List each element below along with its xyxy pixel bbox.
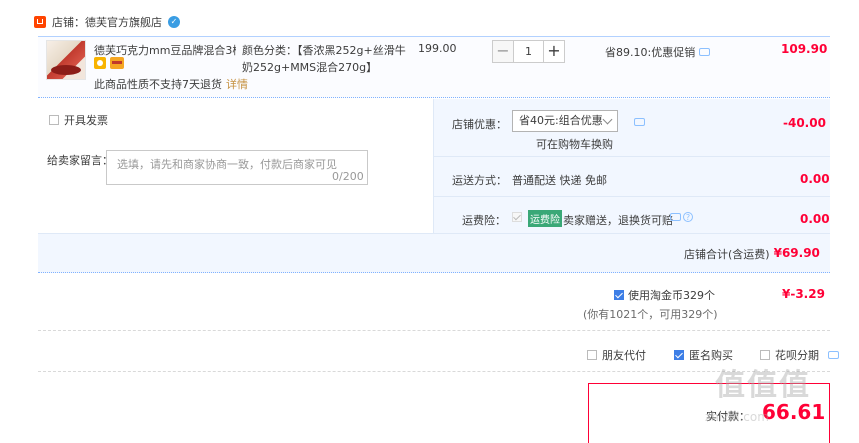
insurance-label: 运费险： [462,214,506,227]
message-label: 给卖家留言： [47,154,113,167]
shop-coupon-label: 店铺优惠： [452,118,507,131]
unit-price: 199.00 [418,42,457,55]
shop-header: 店铺：德芙官方旗舰店 ✓ [34,12,180,32]
chat-icon[interactable] [634,118,645,126]
shop-total-value: ¥69.90 [773,246,820,260]
service-guarantee-icon [94,57,106,69]
message-char-count: 0/200 [332,170,364,183]
chevron-down-icon [602,114,613,125]
coupon-note: 可在购物车换购 [536,138,613,151]
item-subtotal: 109.90 [781,42,828,56]
invoice-checkbox[interactable] [49,115,59,125]
coupon-amount: -40.00 [783,116,826,130]
shipping-method: 普通配送 快递 免邮 [512,174,607,187]
insurance-text: 卖家赠送，退换货可赔 [563,214,673,227]
divider [38,330,830,331]
row-divider [434,156,830,157]
message-placeholder: 选填，请先和商家协商一致，付款后商家可见 [117,158,337,171]
invoice-option[interactable]: 开具发票 [49,112,108,128]
insurance-icons: ? [666,212,693,222]
friend-pay-checkbox[interactable] [587,350,597,360]
chat-icon[interactable] [828,351,839,359]
wangwang-icon[interactable]: ✓ [168,16,180,28]
promo-info: 省89.10:优惠促销 [605,44,711,60]
shop-total: 店铺合计(含运费) ¥69.90 [684,246,820,262]
quantity-input[interactable]: 1 [514,40,543,63]
shop-icon [34,16,46,28]
row-divider [434,196,830,197]
coupon-chat[interactable] [630,116,645,129]
shop-total-label: 店铺合计(含运费) [684,248,770,261]
coin-amount: ¥-3.29 [782,287,825,301]
decrease-button[interactable]: − [492,40,514,63]
huabei-checkbox[interactable] [760,350,770,360]
watermark-site: zhizhi.com [705,410,769,424]
invoice-label: 开具发票 [64,114,108,127]
detail-link[interactable]: 详情 [226,78,248,91]
credit-card-icon [110,57,124,69]
coin-note: (你有1021个，可用329个) [583,308,718,321]
sku-info: 颜色分类：【香浓黑252g+丝滑牛奶252g+MMS混合270g】 [242,44,406,74]
product-title[interactable]: 德芙巧克力mm豆品牌混合3桶... [94,42,236,58]
insurance-badge: 运费险 [528,210,562,227]
coin-label: 使用淘金币329个 [628,289,715,302]
insurance-checkbox [512,212,522,222]
increase-button[interactable]: + [543,40,565,63]
watermark-logo: 值值值 [715,368,811,403]
shop-coupon-select[interactable]: 省40元:组合优惠 [512,110,618,132]
quantity-stepper: − 1 + [492,40,569,63]
anonymous-checkbox[interactable] [674,350,684,360]
coin-checkbox[interactable] [614,290,624,300]
coin-option[interactable]: 使用淘金币329个 [614,287,715,303]
chat-icon[interactable] [670,213,681,221]
help-icon[interactable]: ? [683,212,693,222]
shipping-label: 运送方式： [452,174,507,187]
divider [38,371,830,372]
shipping-amount: 0.00 [800,172,830,186]
chat-icon[interactable] [699,48,711,56]
return-policy-note: 此商品性质不支持7天退货 详情 [94,78,248,91]
product-thumbnail[interactable] [46,40,86,80]
row-divider [38,233,830,234]
pay-option-friend[interactable]: 朋友代付 [587,347,646,363]
shop-name[interactable]: 店铺：德芙官方旗舰店 [52,14,162,30]
insurance-amount: 0.00 [800,212,830,226]
